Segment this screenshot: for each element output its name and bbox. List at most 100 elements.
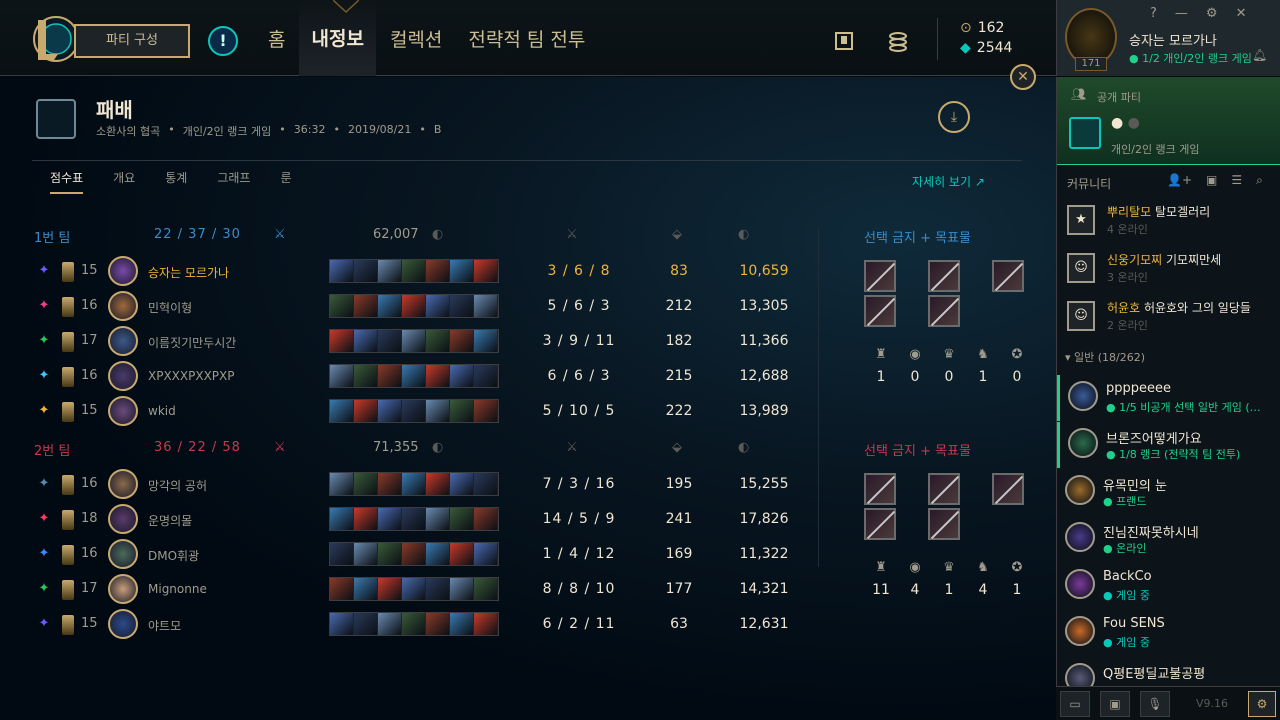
club-item[interactable]: ☺ 신웅기모찌 기모찌만세 3 온라인 (1065, 249, 1275, 293)
summoner-name[interactable]: 야트모 (148, 617, 181, 634)
player-row[interactable]: ✦ 17 이름짓기만두시간 3 / 9 / 11 182 11,366 (34, 324, 794, 358)
list-icon[interactable]: ☰ (1231, 173, 1242, 188)
item-slot[interactable] (474, 365, 498, 387)
item-slot[interactable] (354, 365, 378, 387)
item-slot[interactable] (378, 330, 402, 352)
banned-champion-icon[interactable] (864, 260, 896, 292)
item-slot[interactable] (402, 578, 426, 600)
champion-portrait[interactable] (108, 396, 138, 426)
summoner-name[interactable]: 민혁이형 (148, 299, 192, 316)
summoner-name[interactable]: 운명의몰 (148, 512, 192, 529)
clip-icon[interactable]: ▣ (1100, 691, 1130, 717)
item-slot[interactable] (330, 508, 354, 530)
banned-champion-icon[interactable] (928, 508, 960, 540)
item-slot[interactable] (474, 260, 498, 282)
item-slot[interactable] (474, 613, 498, 635)
player-row[interactable]: ✦ 16 XPXXXPXXPXP 6 / 6 / 3 215 12,688 (34, 359, 794, 393)
item-slot[interactable] (426, 295, 450, 317)
item-slot[interactable] (354, 330, 378, 352)
champion-portrait[interactable] (108, 469, 138, 499)
add-folder-icon[interactable]: ▣ (1206, 173, 1217, 188)
friend-item[interactable]: 브론즈어떻게가요 ● 1/8 랭크 (전략적 팀 전투) (1057, 422, 1280, 468)
item-slot[interactable] (426, 400, 450, 422)
champion-portrait[interactable] (108, 326, 138, 356)
item-slot[interactable] (426, 543, 450, 565)
item-slot[interactable] (426, 365, 450, 387)
rp-balance[interactable]: ⊙ 162 (960, 20, 1004, 36)
item-slot[interactable] (378, 578, 402, 600)
alert-icon[interactable]: ! (208, 26, 238, 56)
item-slot[interactable] (354, 543, 378, 565)
be-balance[interactable]: ◆ 2544 (960, 40, 1012, 56)
search-icon[interactable]: ⌕ (1256, 173, 1263, 188)
item-slot[interactable] (450, 400, 474, 422)
bug-report-icon[interactable]: ⚙ (1248, 691, 1276, 717)
item-slot[interactable] (450, 330, 474, 352)
item-slot[interactable] (378, 473, 402, 495)
details-link[interactable]: 자세히 보기 ↗ (912, 173, 985, 190)
item-slot[interactable] (330, 330, 354, 352)
download-icon[interactable]: ⤓ (938, 101, 970, 133)
close-window-icon[interactable]: ✕ (1236, 6, 1247, 21)
item-slot[interactable] (450, 508, 474, 530)
item-slot[interactable] (402, 260, 426, 282)
summoner-name[interactable]: 망각의 공허 (148, 477, 207, 494)
item-slot[interactable] (426, 613, 450, 635)
champion-portrait[interactable] (108, 504, 138, 534)
summoner-name[interactable]: 승자는 모르가나 (148, 264, 229, 281)
item-slot[interactable] (378, 295, 402, 317)
tab-stats[interactable]: 통계 (165, 169, 187, 186)
item-slot[interactable] (378, 613, 402, 635)
item-slot[interactable] (450, 543, 474, 565)
help-icon[interactable]: ? (1150, 6, 1157, 21)
add-friend-icon[interactable]: 👤+ (1167, 173, 1192, 188)
banned-champion-icon[interactable] (864, 473, 896, 505)
banned-champion-icon[interactable] (864, 508, 896, 540)
player-row[interactable]: ✦ 15 wkid 5 / 10 / 5 222 13,989 (34, 394, 794, 428)
item-slot[interactable] (330, 543, 354, 565)
player-row[interactable]: ✦ 16 DMO휘광 1 / 4 / 12 169 11,322 (34, 537, 794, 571)
item-slot[interactable] (426, 508, 450, 530)
item-slot[interactable] (330, 473, 354, 495)
club-item[interactable]: ★ 뿌리탈모 탈모겔러리 4 온라인 (1065, 201, 1275, 245)
item-slot[interactable] (402, 365, 426, 387)
mic-icon[interactable]: 🎙︎ (1140, 691, 1170, 717)
item-slot[interactable] (354, 400, 378, 422)
item-slot[interactable] (450, 365, 474, 387)
item-slot[interactable] (354, 613, 378, 635)
champion-portrait[interactable] (108, 539, 138, 569)
settings-icon[interactable]: ⚙ (1206, 6, 1218, 21)
friend-item[interactable]: 유목민의 눈 ● 프랜드 (1057, 469, 1280, 515)
item-slot[interactable] (474, 295, 498, 317)
banned-champion-icon[interactable] (864, 295, 896, 327)
item-slot[interactable] (474, 578, 498, 600)
party-panel[interactable]: 👥︎ 공개 파티 ● ● 개인/2인 랭크 게임 (1057, 77, 1280, 165)
item-slot[interactable] (378, 260, 402, 282)
nav-home[interactable]: 홈 (268, 25, 285, 52)
tab-scoreboard[interactable]: 점수표 (50, 169, 84, 194)
nav-collection[interactable]: 컬렉션 (390, 25, 442, 52)
item-slot[interactable] (402, 295, 426, 317)
item-slot[interactable] (402, 400, 426, 422)
summoner-name[interactable]: DMO휘광 (148, 547, 199, 564)
item-slot[interactable] (450, 473, 474, 495)
item-slot[interactable] (330, 260, 354, 282)
item-slot[interactable] (450, 578, 474, 600)
summoner-name[interactable]: Mignonne (148, 582, 207, 596)
item-slot[interactable] (450, 260, 474, 282)
item-slot[interactable] (402, 508, 426, 530)
banned-champion-icon[interactable] (928, 473, 960, 505)
nav-tft[interactable]: 전략적 팀 전투 (468, 25, 585, 52)
player-row[interactable]: ✦ 15 야트모 6 / 2 / 11 63 12,631 (34, 607, 794, 641)
champion-portrait[interactable] (108, 609, 138, 639)
party-button[interactable]: 파티 구성 (74, 24, 190, 58)
item-slot[interactable] (330, 613, 354, 635)
item-slot[interactable] (426, 473, 450, 495)
item-slot[interactable] (354, 260, 378, 282)
item-slot[interactable] (426, 330, 450, 352)
tab-overview[interactable]: 개요 (113, 169, 135, 186)
item-slot[interactable] (378, 365, 402, 387)
champion-portrait[interactable] (108, 256, 138, 286)
store-icon[interactable] (886, 30, 910, 52)
item-slot[interactable] (426, 260, 450, 282)
